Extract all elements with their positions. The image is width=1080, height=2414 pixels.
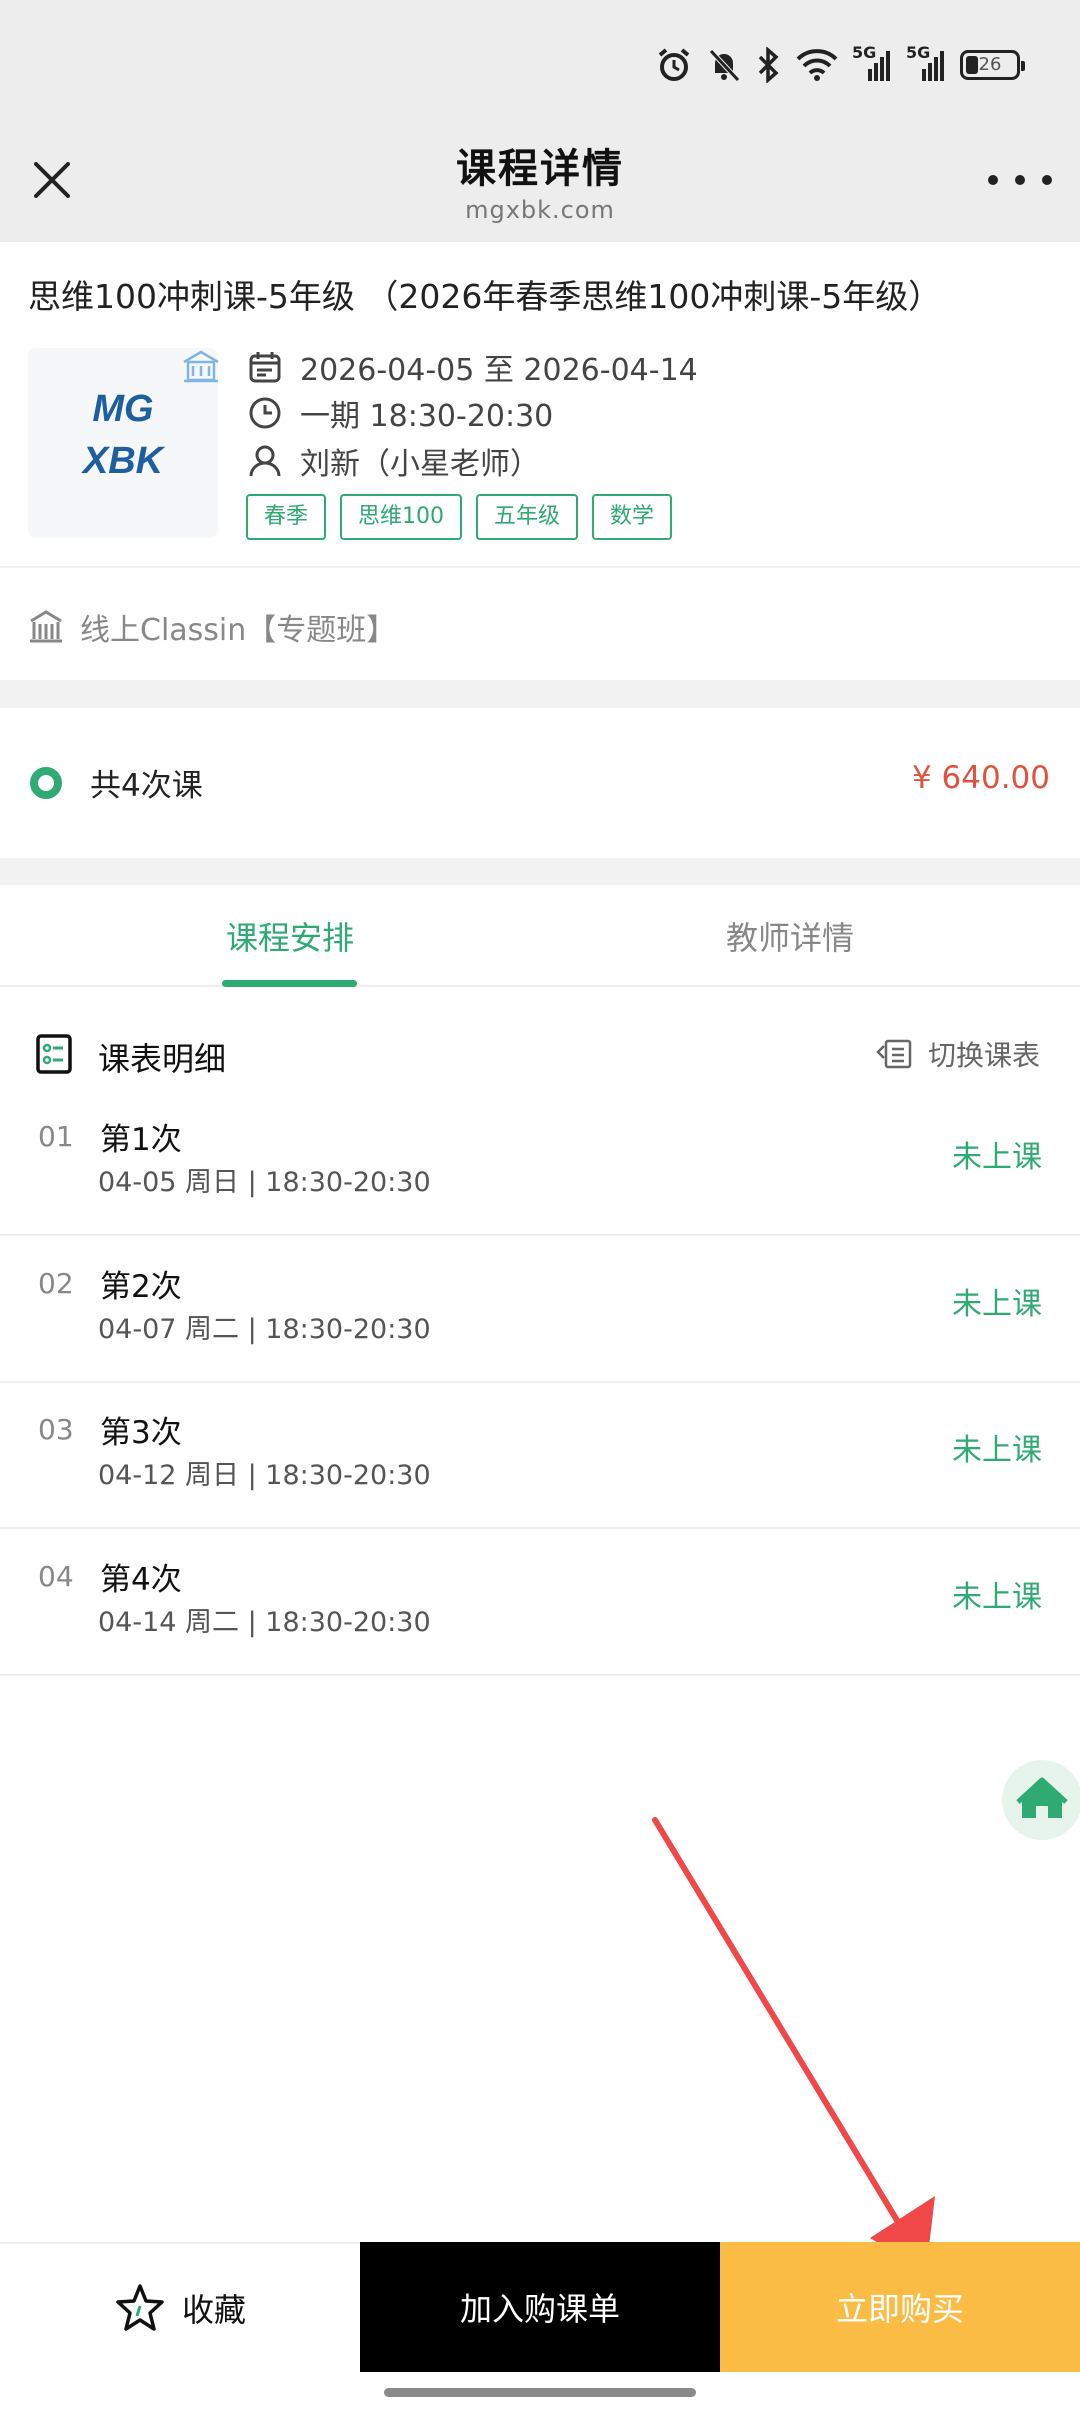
lesson-status: 未上课 bbox=[952, 1580, 1042, 1615]
lesson-name: 第1次 bbox=[100, 1122, 182, 1158]
page-title: 课程详情 bbox=[456, 146, 624, 192]
schedule-title: 课表明细 bbox=[98, 1040, 227, 1078]
schedule-header: 课表明细 切换课表 bbox=[0, 1020, 1080, 1090]
home-indicator[interactable] bbox=[384, 2388, 696, 2397]
switch-schedule-label: 切换课表 bbox=[927, 1039, 1040, 1072]
schedule-list-icon bbox=[36, 1034, 72, 1074]
lesson-name: 第3次 bbox=[100, 1415, 182, 1451]
bluetooth-icon bbox=[758, 47, 779, 83]
tab-teacher[interactable]: 教师详情 bbox=[540, 913, 1040, 959]
price-option-row[interactable]: 共4次课 ¥ 640.00 bbox=[0, 708, 1080, 858]
calendar-icon bbox=[249, 352, 281, 383]
tab-schedule[interactable]: 课程安排 bbox=[0, 913, 580, 959]
status-icons: 5G 5G 26 bbox=[656, 42, 1025, 88]
person-icon bbox=[249, 445, 281, 477]
lesson-number: 03 bbox=[38, 1413, 74, 1446]
logo-line-1: MG bbox=[92, 388, 154, 430]
selected-radio[interactable] bbox=[30, 767, 62, 799]
page-domain: mgxbk.com bbox=[465, 196, 615, 224]
course-teacher-row: 刘新（小星老师） bbox=[248, 440, 540, 482]
star-icon bbox=[116, 2284, 164, 2331]
more-dot bbox=[988, 175, 998, 185]
home-icon bbox=[1016, 1777, 1068, 1818]
signal-bars-icon bbox=[922, 51, 944, 81]
lesson-time: 04-14 周二 | 18:30-20:30 bbox=[98, 1607, 431, 1638]
tag-subject: 数学 bbox=[592, 494, 673, 540]
course-session: 一期 18:30-20:30 bbox=[300, 399, 554, 434]
favorite-button[interactable]: 收藏 bbox=[0, 2242, 360, 2372]
school-icon bbox=[183, 350, 219, 383]
lesson-row[interactable]: 04 第4次 04-14 周二 | 18:30-20:30 未上课 bbox=[0, 1530, 1080, 1676]
switch-schedule-button[interactable]: 切换课表 bbox=[876, 1034, 1040, 1074]
course-teacher: 刘新（小星老师） bbox=[300, 447, 540, 482]
tag-program: 思维100 bbox=[340, 494, 463, 540]
lesson-time: 04-07 周二 | 18:30-20:30 bbox=[98, 1314, 431, 1345]
price-value: ¥ 640.00 bbox=[911, 760, 1050, 796]
course-title: 思维100冲刺课-5年级 （2026年春季思维100冲刺课-5年级） bbox=[28, 277, 942, 316]
course-session-row: 一期 18:30-20:30 bbox=[248, 392, 553, 434]
switch-table-icon bbox=[876, 1039, 912, 1069]
divider bbox=[0, 566, 1080, 568]
lesson-number: 01 bbox=[38, 1120, 74, 1153]
more-dot bbox=[1042, 175, 1052, 185]
section-separator bbox=[0, 680, 1080, 708]
lesson-name: 第4次 bbox=[100, 1562, 182, 1598]
lesson-number: 02 bbox=[38, 1267, 74, 1300]
mute-bell-icon bbox=[709, 49, 740, 82]
more-icon[interactable] bbox=[988, 164, 1052, 196]
tag-season: 春季 bbox=[246, 494, 327, 540]
lesson-status: 未上课 bbox=[952, 1287, 1042, 1322]
course-dates: 2026-04-05 至 2026-04-14 bbox=[300, 353, 698, 388]
course-location-row: 线上Classin【专题班】 bbox=[28, 602, 396, 652]
course-tags: 春季 思维100 五年级 数学 bbox=[246, 494, 673, 540]
lesson-number: 04 bbox=[38, 1560, 74, 1593]
lesson-time: 04-12 周日 | 18:30-20:30 bbox=[98, 1460, 431, 1491]
lesson-status: 未上课 bbox=[952, 1140, 1042, 1175]
logo-line-2: XBK bbox=[82, 440, 164, 482]
section-separator bbox=[0, 858, 1080, 885]
wifi-icon bbox=[796, 49, 838, 81]
active-tab-indicator bbox=[222, 980, 357, 987]
nav-bar: 课程详情 mgxbk.com bbox=[0, 130, 1080, 242]
cell-signal-2: 5G bbox=[906, 43, 946, 83]
home-button[interactable] bbox=[1002, 1760, 1080, 1840]
status-bar: 5G 5G 26 bbox=[0, 0, 1080, 130]
tag-grade: 五年级 bbox=[476, 494, 579, 540]
lesson-row[interactable]: 02 第2次 04-07 周二 | 18:30-20:30 未上课 bbox=[0, 1237, 1080, 1383]
lesson-row[interactable]: 01 第1次 04-05 周日 | 18:30-20:30 未上课 bbox=[0, 1090, 1080, 1236]
detail-tabs: 课程安排 教师详情 bbox=[0, 885, 1080, 987]
bottom-action-bar: 收藏 加入购课单 立即购买 bbox=[0, 2242, 1080, 2372]
buy-now-button[interactable]: 立即购买 bbox=[720, 2242, 1080, 2372]
course-dates-row: 2026-04-05 至 2026-04-14 bbox=[248, 346, 698, 388]
favorite-label: 收藏 bbox=[181, 2291, 246, 2329]
cell-signal-1: 5G bbox=[852, 43, 892, 83]
add-to-cart-button[interactable]: 加入购课单 bbox=[360, 2242, 720, 2372]
lesson-count-label: 共4次课 bbox=[90, 768, 203, 804]
lesson-status: 未上课 bbox=[952, 1433, 1042, 1468]
clock-icon bbox=[249, 397, 281, 429]
alarm-icon bbox=[658, 48, 690, 81]
more-dot bbox=[1015, 175, 1025, 185]
building-icon bbox=[30, 610, 62, 643]
battery-indicator: 26 bbox=[960, 50, 1025, 80]
lesson-time: 04-05 周日 | 18:30-20:30 bbox=[98, 1167, 431, 1198]
signal-bars-icon bbox=[868, 51, 890, 81]
screen: 5G 5G 26 课程详情 mgxbk.com 思维100冲刺课-5年级 （20… bbox=[0, 0, 1080, 2414]
course-location: 线上Classin【专题班】 bbox=[80, 613, 397, 648]
battery-level: 26 bbox=[978, 54, 1002, 75]
lesson-row[interactable]: 03 第3次 04-12 周日 | 18:30-20:30 未上课 bbox=[0, 1383, 1080, 1529]
lesson-name: 第2次 bbox=[100, 1269, 182, 1305]
